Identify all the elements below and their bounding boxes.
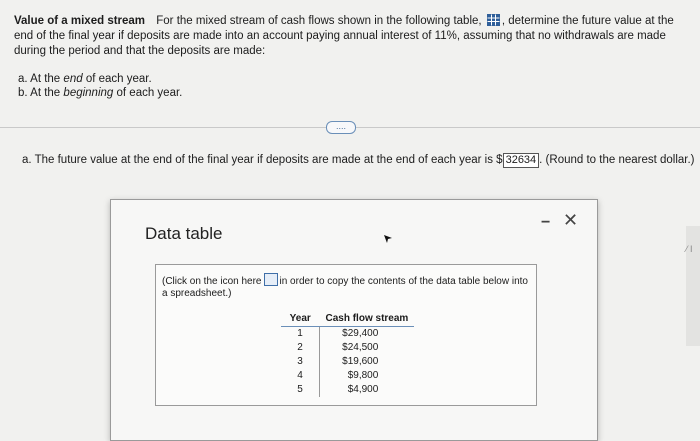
table-row: 5 $4,900 (281, 383, 414, 397)
minimize-button[interactable]: − (541, 214, 550, 232)
table-row: 3 $19,600 (281, 355, 414, 369)
part-b-post: of each year. (116, 87, 183, 99)
problem-text-1: For the mixed stream of cash flows shown… (156, 15, 482, 27)
copy-to-spreadsheet-icon[interactable] (263, 273, 278, 286)
cash-flow-cell: $29,400 (342, 328, 379, 339)
data-table-panel: (Click on the icon here in order to copy … (155, 264, 537, 406)
problem-parts: a. At the end of each year. b. At the be… (18, 72, 182, 100)
close-button[interactable]: ✕ (563, 210, 578, 231)
table-header-row: Year Cash flow stream (281, 311, 415, 327)
mouse-cursor-icon (384, 235, 392, 243)
part-b-emphasis: beginning (63, 87, 114, 99)
year-cell: 5 (281, 383, 320, 397)
cash-flow-table: Year Cash flow stream 1 $29,400 2 $24,50… (281, 311, 415, 397)
problem-title: Value of a mixed stream (14, 15, 146, 27)
hint-before: (Click on the icon here (162, 276, 262, 287)
year-cell: 3 (281, 355, 320, 369)
part-a-post: of each year. (85, 73, 152, 85)
year-cell: 1 (281, 326, 320, 341)
cash-flow-cell: $19,600 (342, 356, 379, 367)
year-cell: 2 (281, 341, 320, 355)
header-cash-flow: Cash flow stream (319, 311, 415, 327)
part-a-emphasis: end (63, 73, 83, 85)
part-a-pre: At the (30, 73, 61, 85)
table-row: 4 $9,800 (281, 369, 414, 383)
part-a-label: a. (18, 73, 28, 85)
answer-label: a. (22, 154, 32, 166)
cash-flow-cell: $4,900 (347, 384, 379, 395)
part-a: a. At the end of each year. (18, 72, 182, 86)
dialog-title: Data table (145, 224, 223, 243)
data-table-dialog: Data table − ✕ (Click on the icon here in… (110, 199, 598, 441)
part-b-label: b. (18, 87, 28, 99)
part-b-pre: At the (30, 87, 61, 99)
year-cell: 4 (281, 369, 320, 383)
table-row: 2 $24,500 (281, 341, 414, 355)
right-edge-label: ⁄ I (686, 244, 693, 254)
page: Value of a mixed stream For the mixed st… (0, 0, 700, 441)
answer-input[interactable]: 32634 (502, 153, 540, 168)
data-table-icon[interactable] (486, 14, 500, 26)
problem-statement: Value of a mixed stream For the mixed st… (14, 14, 690, 59)
part-b: b. At the beginning of each year. (18, 86, 182, 100)
cash-flow-cell: $9,800 (347, 370, 379, 381)
answer-suffix: . (Round to the nearest dollar.) (539, 154, 695, 166)
table-row: 1 $29,400 (281, 326, 414, 341)
cash-flow-cell: $24,500 (342, 342, 379, 353)
header-year: Year (281, 311, 320, 327)
answer-text: The future value at the end of the final… (34, 154, 493, 166)
expand-more-button[interactable]: .... (326, 121, 356, 134)
answer-line: a. The future value at the end of the fi… (22, 152, 695, 168)
copy-hint: (Click on the icon here in order to copy … (162, 273, 532, 300)
